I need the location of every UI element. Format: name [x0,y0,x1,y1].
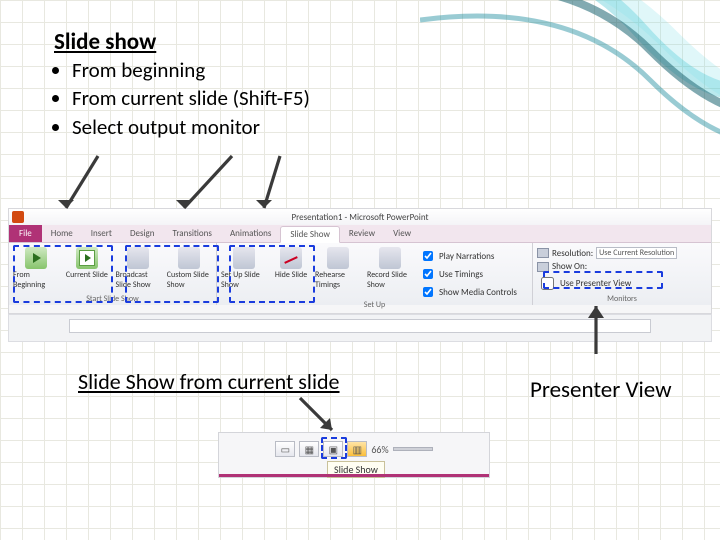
show-on-label: Show On: [552,261,587,272]
group-start-slide-show: From Beginning Current Slide Broadcast S… [9,243,217,305]
ribbon-tabs: File Home Insert Design Transitions Anim… [9,225,711,243]
show-media-controls-check[interactable]: Show Media Controls [419,284,517,300]
use-presenter-view-check[interactable]: Use Presenter View [537,274,631,293]
broadcast-icon [127,247,149,269]
statusbar-mock: ▭ ▦ ▣ ▥ 66% Slide Show [218,432,490,478]
tab-transitions[interactable]: Transitions [164,225,221,242]
button-label: Custom Slide Show [167,270,212,290]
callout-presenter-view: Presenter View [530,376,672,404]
view-normal-button[interactable]: ▭ [275,441,295,457]
statusbar-accent [219,474,489,477]
bullet-item: From current slide (Shift-F5) [72,84,310,112]
button-label: Broadcast Slide Show [116,270,161,290]
bullet-list: From beginning From current slide (Shift… [54,56,310,141]
arrow-to-broadcast [170,150,250,225]
tab-file[interactable]: File [9,225,42,242]
tab-design[interactable]: Design [121,225,164,242]
button-label: Hide Slide [275,270,307,280]
view-reading-button[interactable]: ▣ [323,441,343,457]
hide-slide-button[interactable]: Hide Slide [273,245,309,280]
setup-slide-show-button[interactable]: Set Up Slide Show [221,245,267,290]
button-label: Set Up Slide Show [221,270,267,290]
resolution-row[interactable]: Resolution: Use Current Resolution [537,247,707,259]
from-current-slide-button[interactable]: Current Slide [64,245,109,280]
hide-slide-icon [280,247,302,269]
button-label: Current Slide [66,270,108,280]
tab-animations[interactable]: Animations [221,225,280,242]
setup-icon [233,247,255,269]
slide-heading: Slide show [54,28,156,56]
powerpoint-ribbon: Presentation1 - Microsoft PowerPoint Fil… [8,208,712,314]
group-monitors: Resolution: Use Current Resolution Show … [533,243,711,305]
custom-slide-show-button[interactable]: Custom Slide Show [167,245,212,290]
play-current-icon [76,247,98,269]
button-label: From Beginning [13,270,58,290]
rehearse-timings-button[interactable]: Rehearse Timings [315,245,361,290]
window-title: Presentation1 - Microsoft PowerPoint [291,212,428,223]
tab-insert[interactable]: Insert [82,225,121,242]
tab-slide-show[interactable]: Slide Show [280,226,340,243]
monitor-icon [537,248,549,258]
clock-icon [327,247,349,269]
play-icon [25,247,47,269]
group-label: Set Up [221,300,528,311]
arrow-to-setup [250,150,300,225]
tab-review[interactable]: Review [340,225,384,242]
from-beginning-button[interactable]: From Beginning [13,245,58,290]
show-on-row[interactable]: Show On: [537,261,707,272]
play-narrations-check[interactable]: Play Narrations [419,248,517,264]
monitor-icon [537,262,549,272]
callout-slide-show-current: Slide Show from current slide [78,368,340,395]
bullet-item: From beginning [72,56,310,84]
window-titlebar: Presentation1 - Microsoft PowerPoint [9,209,711,225]
arrow-to-presenter-view [572,300,622,370]
bullet-item: Select output monitor [72,113,310,141]
zoom-label: 66% [371,443,388,456]
view-slide-show-button[interactable]: ▥ [347,441,367,457]
resolution-label: Resolution: [552,248,593,259]
view-sorter-button[interactable]: ▦ [299,441,319,457]
arrow-to-from-beginning [50,150,110,225]
decorative-wave [420,0,720,200]
record-icon [379,247,401,269]
group-label: Start Slide Show [13,294,212,305]
button-label: Record Slide Show [367,270,413,290]
resolution-dropdown[interactable]: Use Current Resolution [596,247,677,259]
zoom-slider[interactable] [393,447,433,451]
broadcast-button[interactable]: Broadcast Slide Show [116,245,161,290]
group-set-up: Set Up Slide Show Hide Slide Rehearse Ti… [217,243,533,305]
record-slide-show-button[interactable]: Record Slide Show [367,245,413,290]
arrow-to-statusbar [290,392,350,440]
setup-checkboxes: Play Narrations Use Timings Show Media C… [419,245,517,300]
group-label: Monitors [537,294,707,305]
custom-show-icon [178,247,200,269]
tab-home[interactable]: Home [42,225,82,242]
tab-view[interactable]: View [384,225,420,242]
button-label: Rehearse Timings [315,270,361,290]
use-timings-check[interactable]: Use Timings [419,266,517,282]
powerpoint-icon [12,211,24,223]
